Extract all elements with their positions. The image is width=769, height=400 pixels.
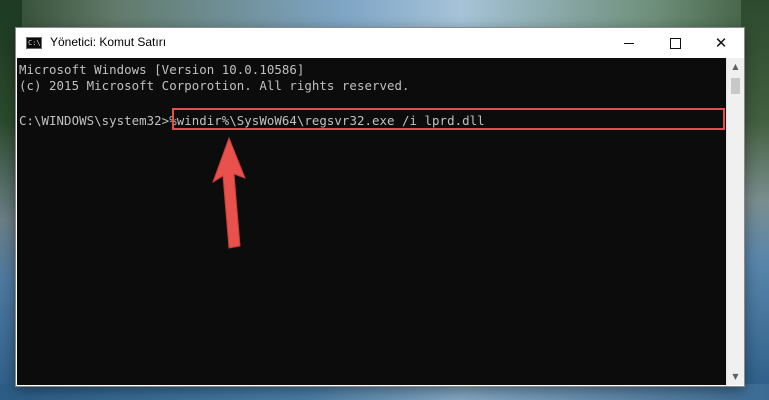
vertical-scrollbar[interactable]: ▲ ▼ (726, 58, 744, 385)
maximize-icon (669, 37, 681, 49)
desktop-wallpaper-top (0, 0, 769, 30)
command-highlight-box (172, 108, 725, 130)
scroll-up-arrow-icon[interactable]: ▲ (727, 58, 744, 75)
command-prompt-window[interactable]: C:\ Yönetici: Komut Satırı ✕ Microsoft W… (16, 28, 744, 386)
maximize-button[interactable] (652, 28, 698, 58)
desktop-wallpaper-bottom (0, 384, 769, 400)
minimize-icon (624, 42, 634, 44)
close-icon: ✕ (714, 33, 728, 52)
window-title: Yönetici: Komut Satırı (50, 35, 167, 49)
console-prompt: C:\WINDOWS\system32> (19, 113, 170, 128)
desktop-wallpaper-right (741, 0, 769, 400)
cmd-icon-text: C:\ (28, 39, 41, 47)
console-line-copyright: (c) 2015 Microsoft Corporotion. All righ… (19, 78, 410, 93)
minimize-button[interactable] (606, 28, 652, 58)
scroll-down-arrow-icon[interactable]: ▼ (727, 368, 744, 385)
title-bar[interactable]: C:\ Yönetici: Komut Satırı ✕ (16, 28, 744, 58)
cmd-icon[interactable]: C:\ (26, 37, 42, 49)
arrow-up-icon (212, 136, 246, 249)
close-button[interactable]: ✕ (698, 28, 744, 58)
console-output-area[interactable]: Microsoft Windows [Version 10.0.10586] (… (17, 58, 726, 385)
console-line-version: Microsoft Windows [Version 10.0.10586] (19, 62, 305, 77)
scrollbar-thumb[interactable] (731, 78, 740, 94)
